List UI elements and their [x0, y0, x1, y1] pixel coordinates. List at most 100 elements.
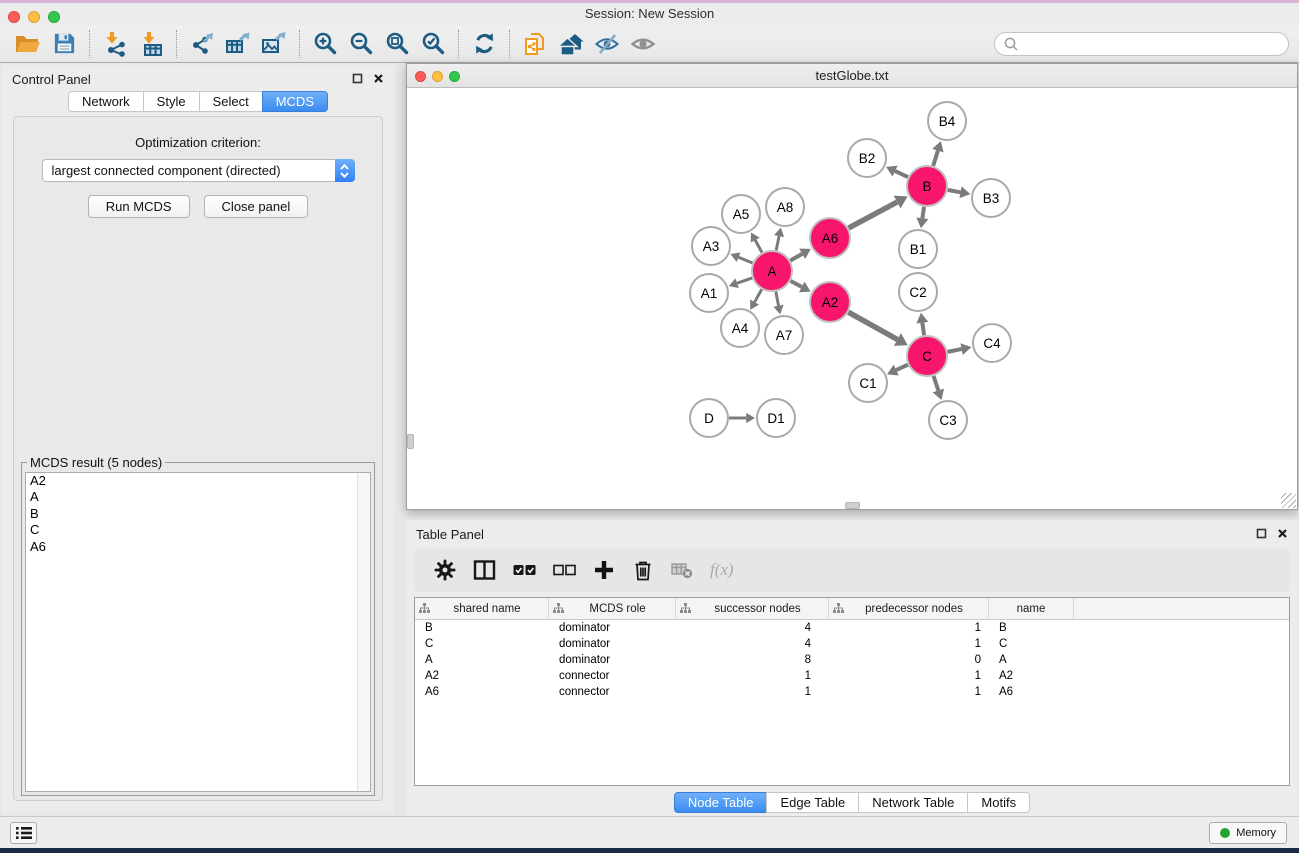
column-header-predecessor-nodes[interactable]: predecessor nodes [829, 598, 989, 619]
column-header-successor-nodes[interactable]: successor nodes [676, 598, 829, 619]
optimization-criterion-dropdown[interactable]: largest connected component (directed) [42, 159, 355, 182]
checked-boxes-button[interactable] [513, 563, 536, 577]
zoom-window-button[interactable] [48, 11, 60, 23]
close-window-button[interactable] [8, 11, 20, 23]
close-panel-icon[interactable] [1277, 528, 1288, 539]
graph-node-B1[interactable]: B1 [899, 230, 937, 268]
close-panel-button[interactable]: Close panel [204, 195, 309, 218]
zoom-selected-button[interactable] [415, 28, 451, 60]
graph-edge-C-C3[interactable] [934, 376, 939, 391]
import-table-button[interactable] [133, 28, 169, 60]
graph-node-C4[interactable]: C4 [973, 324, 1011, 362]
clone-network-button[interactable] [517, 28, 553, 60]
open-session-button[interactable] [10, 28, 46, 60]
column-header-shared-name[interactable]: shared name [415, 598, 549, 619]
minimize-window-button[interactable] [28, 11, 40, 23]
graph-node-A7[interactable]: A7 [765, 316, 803, 354]
graph-edge-A-A2[interactable] [791, 281, 802, 287]
mcds-result-item[interactable]: A6 [26, 539, 370, 555]
unchecked-boxes-button[interactable] [553, 563, 576, 577]
graph-edge-A-A7[interactable] [776, 292, 779, 306]
graph-edge-A-A3[interactable] [739, 257, 753, 263]
search-input[interactable] [1023, 37, 1280, 51]
horizontal-scroll-thumb[interactable] [845, 502, 860, 509]
delete-column-button[interactable] [632, 559, 654, 581]
graph-edge-B-B3[interactable] [948, 190, 961, 192]
graph-edge-A-A5[interactable] [755, 240, 762, 252]
export-network-button[interactable] [184, 28, 220, 60]
minimize-network-window-button[interactable] [432, 71, 443, 82]
graph-node-B3[interactable]: B3 [972, 179, 1010, 217]
function-builder-button[interactable]: f(x) [710, 560, 734, 580]
graph-node-A8[interactable]: A8 [766, 188, 804, 226]
network-window-titlebar[interactable]: testGlobe.txt [407, 64, 1297, 88]
export-image-button[interactable] [256, 28, 292, 60]
graph-node-A1[interactable]: A1 [690, 274, 728, 312]
graph-node-A6[interactable]: A6 [810, 218, 850, 258]
tab-network-table[interactable]: Network Table [858, 792, 968, 813]
graph-edge-B-B2[interactable] [895, 171, 908, 177]
column-header-mcds-role[interactable]: MCDS role [549, 598, 676, 619]
close-network-window-button[interactable] [415, 71, 426, 82]
graph-node-C1[interactable]: C1 [849, 364, 887, 402]
graph-edge-A-A1[interactable] [737, 278, 752, 283]
mcds-result-list[interactable]: A2ABCA6 [25, 472, 371, 792]
mcds-result-item[interactable]: B [26, 506, 370, 522]
add-column-button[interactable] [593, 559, 615, 581]
graph-edge-A6-B[interactable] [849, 202, 898, 228]
network-canvas[interactable]: AA1A2A3A4A5A6A7A8BB1B2B3B4CC1C2C3C4DD1 [407, 88, 1297, 509]
table-row[interactable]: Cdominator41C [415, 636, 1289, 652]
graph-edge-C-C4[interactable] [948, 349, 962, 352]
graph-node-D1[interactable]: D1 [757, 399, 795, 437]
home-views-button[interactable] [553, 28, 589, 60]
graph-node-A2[interactable]: A2 [810, 282, 850, 322]
graph-node-B2[interactable]: B2 [848, 139, 886, 177]
graph-node-A[interactable]: A [752, 251, 792, 291]
table-settings-button[interactable] [434, 559, 456, 581]
zoom-out-button[interactable] [343, 28, 379, 60]
graph-node-C3[interactable]: C3 [929, 401, 967, 439]
zoom-in-button[interactable] [307, 28, 343, 60]
tab-style[interactable]: Style [143, 91, 200, 112]
table-remove-button[interactable] [671, 560, 693, 580]
window-resize-grip[interactable] [1281, 493, 1296, 508]
graph-edge-C-C1[interactable] [896, 365, 908, 370]
graph-edge-A-A6[interactable] [790, 254, 802, 261]
float-panel-icon[interactable] [1256, 528, 1267, 539]
task-history-button[interactable] [10, 822, 37, 844]
table-row[interactable]: A2connector11A2 [415, 668, 1289, 684]
refresh-layout-button[interactable] [466, 28, 502, 60]
graph-edge-A2-C[interactable] [848, 312, 897, 339]
hide-eye-button[interactable] [589, 28, 625, 60]
graph-edge-A-A4[interactable] [755, 289, 762, 302]
tab-mcds[interactable]: MCDS [262, 91, 328, 112]
zoom-network-window-button[interactable] [449, 71, 460, 82]
graph-edge-B-B4[interactable] [933, 151, 938, 166]
close-panel-icon[interactable] [373, 73, 384, 84]
memory-button[interactable]: Memory [1209, 822, 1287, 844]
table-row[interactable]: Bdominator41B [415, 620, 1289, 636]
import-network-button[interactable] [97, 28, 133, 60]
graph-node-A3[interactable]: A3 [692, 227, 730, 265]
float-panel-icon[interactable] [352, 73, 363, 84]
table-row[interactable]: A6connector11A6 [415, 684, 1289, 700]
graph-edge-C-C2[interactable] [922, 323, 924, 336]
graph-node-B[interactable]: B [907, 166, 947, 206]
table-row[interactable]: Adominator80A [415, 652, 1289, 668]
graph-node-A4[interactable]: A4 [721, 309, 759, 347]
export-table-button[interactable] [220, 28, 256, 60]
run-mcds-button[interactable]: Run MCDS [88, 195, 190, 218]
mcds-result-item[interactable]: A [26, 489, 370, 505]
graph-node-D[interactable]: D [690, 399, 728, 437]
mcds-result-item[interactable]: A2 [26, 473, 370, 489]
show-eye-button[interactable] [625, 28, 661, 60]
vertical-scroll-thumb[interactable] [407, 434, 414, 449]
search-field[interactable] [994, 32, 1289, 56]
save-session-button[interactable] [46, 28, 82, 60]
tab-node-table[interactable]: Node Table [674, 792, 768, 813]
mcds-result-item[interactable]: C [26, 522, 370, 538]
graph-edge-B-B1[interactable] [922, 207, 924, 219]
column-header-name[interactable]: name [989, 598, 1074, 619]
graph-node-A5[interactable]: A5 [722, 195, 760, 233]
tab-edge-table[interactable]: Edge Table [766, 792, 859, 813]
